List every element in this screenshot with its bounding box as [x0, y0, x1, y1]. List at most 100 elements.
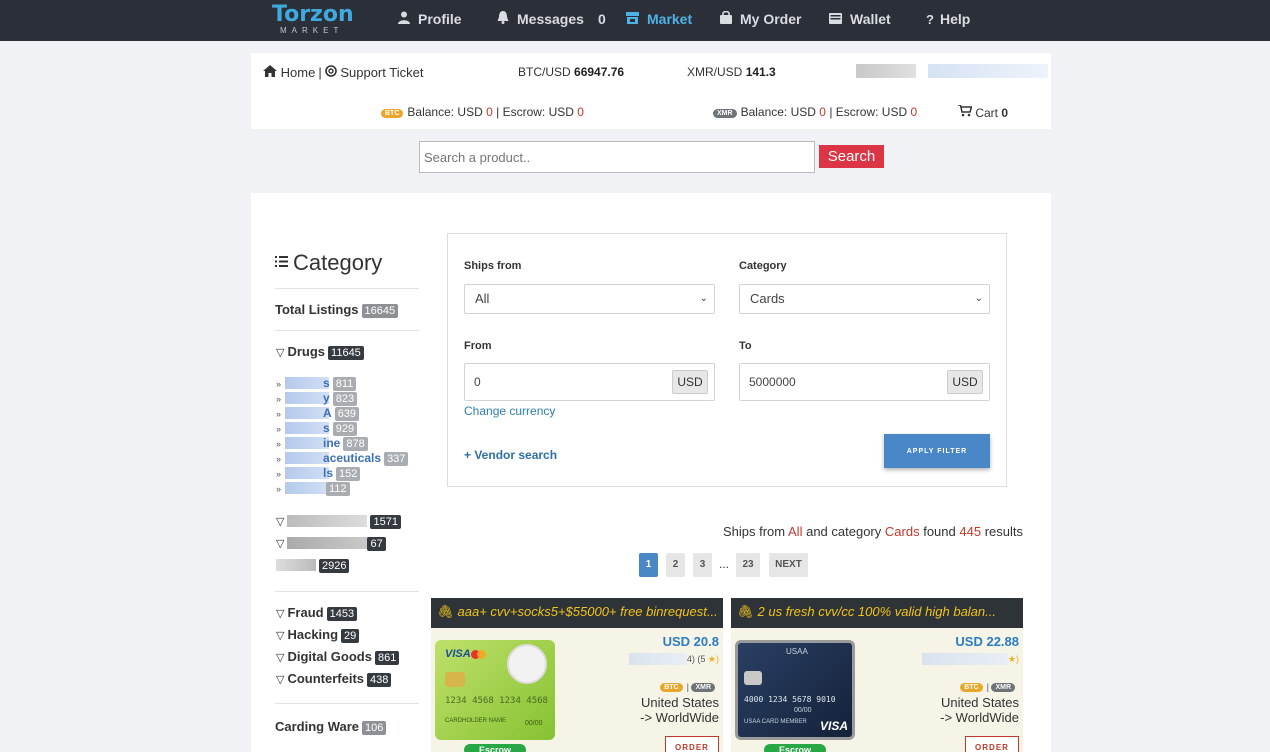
ships-from-select[interactable]: All ⌄ [464, 284, 715, 314]
market-panel: Category Total Listings 16645 ▽ Drugs 11645… [251, 193, 1051, 752]
vendor-rating: ★) [921, 653, 1019, 665]
xmr-escrow-value: 0 [910, 105, 918, 119]
chip-icon [445, 672, 465, 687]
category-counterfeits[interactable]: ▽ Counterfeits 438 [276, 671, 392, 687]
double-chevron-icon: » [276, 424, 282, 434]
order-button[interactable]: ORDER [965, 736, 1019, 752]
list-item[interactable]: » ine 878 [276, 436, 408, 451]
list-item[interactable]: » s 929 [276, 421, 408, 436]
triangle-down-icon: ▽ [276, 516, 285, 528]
category-hacking[interactable]: ▽ Hacking 29 [276, 627, 360, 643]
site-logo[interactable]: Torzon MARKET [272, 4, 364, 36]
bag-icon [720, 0, 732, 39]
xmr-rate: XMR/USD 141.3 [687, 65, 776, 79]
vendor-rating: 4) (5 ★) [628, 653, 719, 665]
product-price: USD 22.88 [955, 634, 1019, 649]
support-ticket-link[interactable]: Support Ticket [340, 65, 423, 80]
category-redacted-2[interactable]: ▽ 67 [276, 535, 386, 551]
pagination-ellipsis: ... [719, 557, 730, 571]
home-icon[interactable] [263, 65, 277, 80]
double-chevron-icon: » [276, 379, 282, 389]
home-link[interactable]: Home [281, 65, 316, 80]
top-navbar: Torzon MARKET Profile Messages 0 Market M… [0, 0, 1270, 41]
btc-balance-value: 0 [486, 105, 493, 119]
change-currency-link[interactable]: Change currency [464, 404, 555, 418]
double-chevron-icon: » [276, 409, 282, 419]
page-3[interactable]: 3 [693, 553, 712, 577]
triangle-down-icon: ▽ [276, 538, 285, 550]
nav-help-label: Help [939, 11, 971, 27]
redacted-info [928, 64, 1048, 78]
list-item[interactable]: » aceuticals 337 [276, 451, 409, 466]
xmr-badge: XMR [713, 109, 737, 118]
price-to-input[interactable]: 5000000 USD [739, 363, 990, 401]
accepted-coins: BTC | XMR [660, 682, 719, 692]
nav-messages[interactable]: Messages 0 [497, 0, 606, 41]
total-listings[interactable]: Total Listings 16645 [275, 302, 399, 318]
category-redacted-1[interactable]: ▽ 1571 [276, 513, 401, 529]
order-button[interactable]: ORDER [665, 736, 719, 752]
double-chevron-icon: » [276, 394, 282, 404]
cart-link[interactable]: Cart 0 [958, 104, 1009, 120]
search-input[interactable] [419, 141, 815, 173]
category-fraud[interactable]: ▽ Fraud 1453 [276, 605, 358, 621]
page-last[interactable]: 23 [736, 553, 760, 577]
category-drugs[interactable]: ▽ Drugs 11645 [276, 344, 364, 360]
subcategory-list: » s 811 » y 823 » A 639 » s 929 » ine 878 » aceutic… [276, 376, 409, 496]
xmr-rate-value: 141.3 [745, 65, 776, 79]
nav-my-order[interactable]: My Order [720, 0, 801, 41]
logo-sub-text: MARKET [280, 26, 344, 35]
messages-count: 0 [597, 11, 606, 27]
xmr-balance: XMR Balance: USD 0 | Escrow: USD 0 [713, 105, 917, 119]
support-icon[interactable] [324, 65, 337, 80]
product-title[interactable]: 🖇 aaa+ cvv+socks5+$55000+ free binrequest… [431, 598, 723, 628]
category-carding-ware[interactable]: Carding Ware 106 [275, 719, 387, 735]
list-item[interactable]: » s 811 [276, 376, 408, 391]
nav-profile[interactable]: Profile [398, 0, 462, 41]
triangle-down-icon: ▽ [276, 608, 285, 620]
card-brand: VISA [445, 648, 471, 660]
next-page-button[interactable]: NEXT [769, 553, 808, 577]
product-title[interactable]: 🖇 2 us fresh cvv/cc 100% valid high balan… [731, 598, 1023, 628]
card-number: 1234 4568 1234 4568 [445, 696, 548, 706]
nav-my-order-label: My Order [740, 11, 802, 27]
list-item[interactable]: » ls 152 [276, 466, 408, 481]
store-icon [626, 0, 639, 39]
nav-wallet-label: Wallet [850, 11, 891, 27]
question-icon: ? [926, 12, 934, 27]
xmr-balance-value: 0 [819, 105, 826, 119]
nav-wallet[interactable]: Wallet [829, 0, 891, 41]
product-card[interactable]: 🖇 2 us fresh cvv/cc 100% valid high balan… [731, 598, 1023, 752]
page-2[interactable]: 2 [666, 553, 685, 577]
list-item[interactable]: » A 639 [276, 406, 408, 421]
divider [275, 703, 419, 704]
paperclip-icon: 🖇 [437, 604, 454, 619]
nav-help[interactable]: ? Help [926, 0, 970, 41]
product-card[interactable]: 🖇 aaa+ cvv+socks5+$55000+ free binrequest… [431, 598, 723, 752]
accepted-coins: BTC | XMR [960, 682, 1019, 692]
results-summary: Ships from All and category Cards found … [722, 524, 1023, 539]
page-1[interactable]: 1 [639, 553, 658, 577]
cart-count: 0 [1001, 106, 1009, 120]
product-image[interactable]: VISA 1234 4568 1234 4568 CARDHOLDER NAME… [435, 640, 555, 740]
category-redacted-3[interactable]: 2926 [276, 557, 350, 573]
price-from-input[interactable]: 0 USD [464, 363, 715, 401]
chevron-down-icon: ⌄ [699, 293, 708, 304]
apply-filter-button[interactable]: APPLY FILTER [884, 434, 990, 468]
shipping-location: United States -> WorldWide [940, 695, 1019, 725]
category-select[interactable]: Cards ⌄ [739, 284, 990, 314]
list-item[interactable]: » 112 [276, 481, 408, 496]
shipping-location: United States -> WorldWide [640, 695, 719, 725]
redacted-username [856, 64, 916, 78]
nav-market[interactable]: Market [626, 0, 692, 41]
card-number: 4000 1234 5678 9010 [744, 695, 836, 704]
divider [275, 330, 419, 331]
nav-messages-label: Messages [517, 11, 584, 27]
vendor-search-link[interactable]: + Vendor search [464, 448, 557, 462]
category-digital-goods[interactable]: ▽ Digital Goods 861 [276, 649, 400, 665]
list-icon [275, 254, 288, 270]
account-info-card: Home | Support Ticket BTC/USD 66947.76 XM… [251, 53, 1051, 129]
list-item[interactable]: » y 823 [276, 391, 408, 406]
search-button[interactable]: Search [819, 145, 884, 168]
product-image[interactable]: USAA 4000 1234 5678 9010 USAA CARD MEMBE… [735, 640, 855, 740]
